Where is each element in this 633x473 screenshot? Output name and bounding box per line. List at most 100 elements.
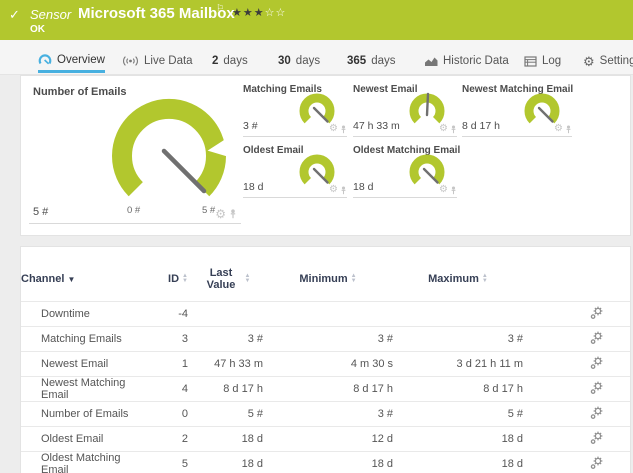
tab-label: Log	[542, 55, 562, 67]
channel-table-card: Channel ▼ ID ▲ ▼ Last Value ▲ ▼ Minimum ▲ ▼ Ma…	[20, 246, 631, 473]
channel-table: Channel ▼ ID ▲ ▼ Last Value ▲ ▼ Minimum ▲ ▼ Ma…	[21, 261, 630, 473]
sensor-kind-label: Sensor	[30, 7, 72, 22]
channel-minimum-cell: 3 #	[263, 326, 393, 352]
channel-settings-icon[interactable]	[590, 331, 604, 345]
channel-id-cell: 1	[151, 351, 188, 377]
channel-maximum-cell: 5 #	[393, 401, 523, 427]
mini-gauge-oldest-email: Oldest Email 18 d ⚙	[243, 145, 347, 198]
pin-icon[interactable]	[340, 124, 347, 134]
channel-name-cell: Newest Email	[21, 351, 151, 377]
column-header-channel[interactable]: Channel ▼	[21, 261, 151, 302]
channel-name-cell: Number of Emails	[21, 401, 151, 427]
mini-gauge-value: 3 #	[243, 120, 258, 132]
channel-maximum-cell	[393, 301, 523, 327]
column-label: Channel	[21, 273, 65, 285]
channel-id-cell: -4	[151, 301, 188, 327]
channel-name-cell: Newest Matching Email	[21, 376, 151, 402]
gauge-needle	[425, 92, 430, 117]
channel-maximum-cell: 8 d 17 h	[393, 376, 523, 402]
mini-gauge-value: 47 h 33 m	[353, 120, 400, 132]
channel-last-value-cell: 8 d 17 h	[188, 376, 263, 402]
tab-live-data[interactable]: Live Data	[122, 49, 193, 73]
channel-gear-icon[interactable]: ⚙	[329, 124, 338, 134]
tab-2-days[interactable]: 2 days	[212, 49, 248, 73]
priority-stars-filled: ★★★	[232, 7, 265, 19]
pin-icon[interactable]	[229, 209, 237, 219]
status-ok-check-icon: ✓	[9, 7, 20, 22]
column-label: Last Value	[206, 267, 236, 291]
channel-minimum-cell	[263, 301, 393, 327]
flag-icon[interactable]: ⚐	[216, 3, 224, 14]
tab-label: Live Data	[144, 55, 193, 67]
column-header-actions	[523, 261, 630, 302]
channel-settings-icon[interactable]	[590, 356, 604, 370]
channel-settings-icon[interactable]	[590, 306, 604, 320]
column-header-maximum[interactable]: Maximum ▲ ▼	[393, 261, 523, 302]
channel-gear-icon[interactable]: ⚙	[215, 208, 226, 220]
area-chart-icon	[425, 57, 438, 66]
channel-gear-icon[interactable]: ⚙	[439, 185, 448, 195]
sort-icon: ▲ ▼	[182, 272, 188, 284]
mini-gauge-newest-email: Newest Email 47 h 33 m ⚙	[353, 84, 457, 137]
priority-stars-empty: ☆☆	[264, 7, 287, 19]
mini-gauge-newest-matching-email: Newest Matching Email 8 d 17 h ⚙	[462, 84, 573, 137]
main-gauge	[112, 99, 229, 197]
sensor-status-bar: ✓ Sensor Microsoft 365 Mailbox ⚐ ★★★☆☆ O…	[0, 0, 633, 40]
channel-settings-icon[interactable]	[590, 456, 604, 470]
sort-active-icon: ▼	[67, 274, 76, 284]
table-row: Newest Matching Email 4 8 d 17 h 8 d 17 …	[21, 376, 630, 402]
tab-overview[interactable]: Overview	[38, 49, 105, 73]
tab-settings[interactable]: ⚙ Settings	[583, 49, 633, 73]
tab-number: 30	[278, 55, 291, 67]
channel-maximum-cell: 3 #	[393, 326, 523, 352]
table-row: Downtime -4	[21, 301, 630, 327]
main-gauge-panel: Number of Emails 5 # 0 # 5 # ⚙	[29, 82, 241, 224]
gauge-icon	[38, 54, 52, 65]
pin-icon[interactable]	[450, 185, 457, 195]
channel-name-cell: Oldest Matching Email	[21, 451, 151, 473]
tab-number: 365	[347, 55, 367, 67]
pin-icon[interactable]	[565, 124, 572, 134]
channel-name-cell: Matching Emails	[21, 326, 151, 352]
channel-settings-icon[interactable]	[590, 431, 604, 445]
pin-icon[interactable]	[450, 124, 457, 134]
table-row: Newest Email 1 47 h 33 m 4 m 30 s 3 d 21…	[21, 351, 630, 377]
column-header-minimum[interactable]: Minimum ▲ ▼	[263, 261, 393, 302]
column-label: Maximum	[428, 273, 479, 285]
channel-last-value-cell: 18 d	[188, 451, 263, 473]
table-row: Oldest Matching Email 5 18 d 18 d 18 d	[21, 451, 630, 473]
tab-label: days	[223, 55, 248, 67]
tab-365-days[interactable]: 365 days	[347, 49, 395, 73]
table-row: Matching Emails 3 3 # 3 # 3 #	[21, 326, 630, 352]
main-gauge-value: 5 #	[33, 206, 49, 218]
tab-label: days	[295, 55, 321, 67]
priority-stars[interactable]: ★★★☆☆	[232, 6, 286, 19]
tab-log[interactable]: Log	[524, 49, 561, 73]
gauge-scale-min: 0 #	[127, 205, 141, 216]
channel-last-value-cell: 47 h 33 m	[188, 351, 263, 377]
channel-settings-icon[interactable]	[590, 406, 604, 420]
channel-last-value-cell: 18 d	[188, 426, 263, 452]
tab-bar: Overview Live Data 2 days 30 days 365 da…	[0, 40, 633, 75]
channel-minimum-cell: 12 d	[263, 426, 393, 452]
channel-settings-icon[interactable]	[590, 381, 604, 395]
channel-last-value-cell: 3 #	[188, 326, 263, 352]
column-header-last-value[interactable]: Last Value ▲ ▼	[188, 261, 263, 302]
channel-gear-icon[interactable]: ⚙	[329, 185, 338, 195]
tab-30-days[interactable]: 30 days	[278, 49, 320, 73]
status-badge: OK	[30, 24, 45, 35]
gauge-scale-max: 5 #	[202, 205, 216, 216]
log-list-icon	[524, 55, 537, 67]
channel-minimum-cell: 4 m 30 s	[263, 351, 393, 377]
channel-gear-icon[interactable]: ⚙	[439, 124, 448, 134]
tab-historic-data[interactable]: Historic Data	[424, 49, 509, 73]
column-label: ID	[168, 273, 180, 285]
column-header-id[interactable]: ID ▲ ▼	[151, 261, 188, 302]
tab-number: 2	[212, 55, 219, 67]
channel-minimum-cell: 3 #	[263, 401, 393, 427]
live-data-icon	[123, 56, 138, 66]
sort-icon: ▲ ▼	[244, 272, 251, 284]
channel-maximum-cell: 3 d 21 h 11 m	[393, 351, 523, 377]
pin-icon[interactable]	[340, 185, 347, 195]
channel-gear-icon[interactable]: ⚙	[554, 124, 563, 134]
